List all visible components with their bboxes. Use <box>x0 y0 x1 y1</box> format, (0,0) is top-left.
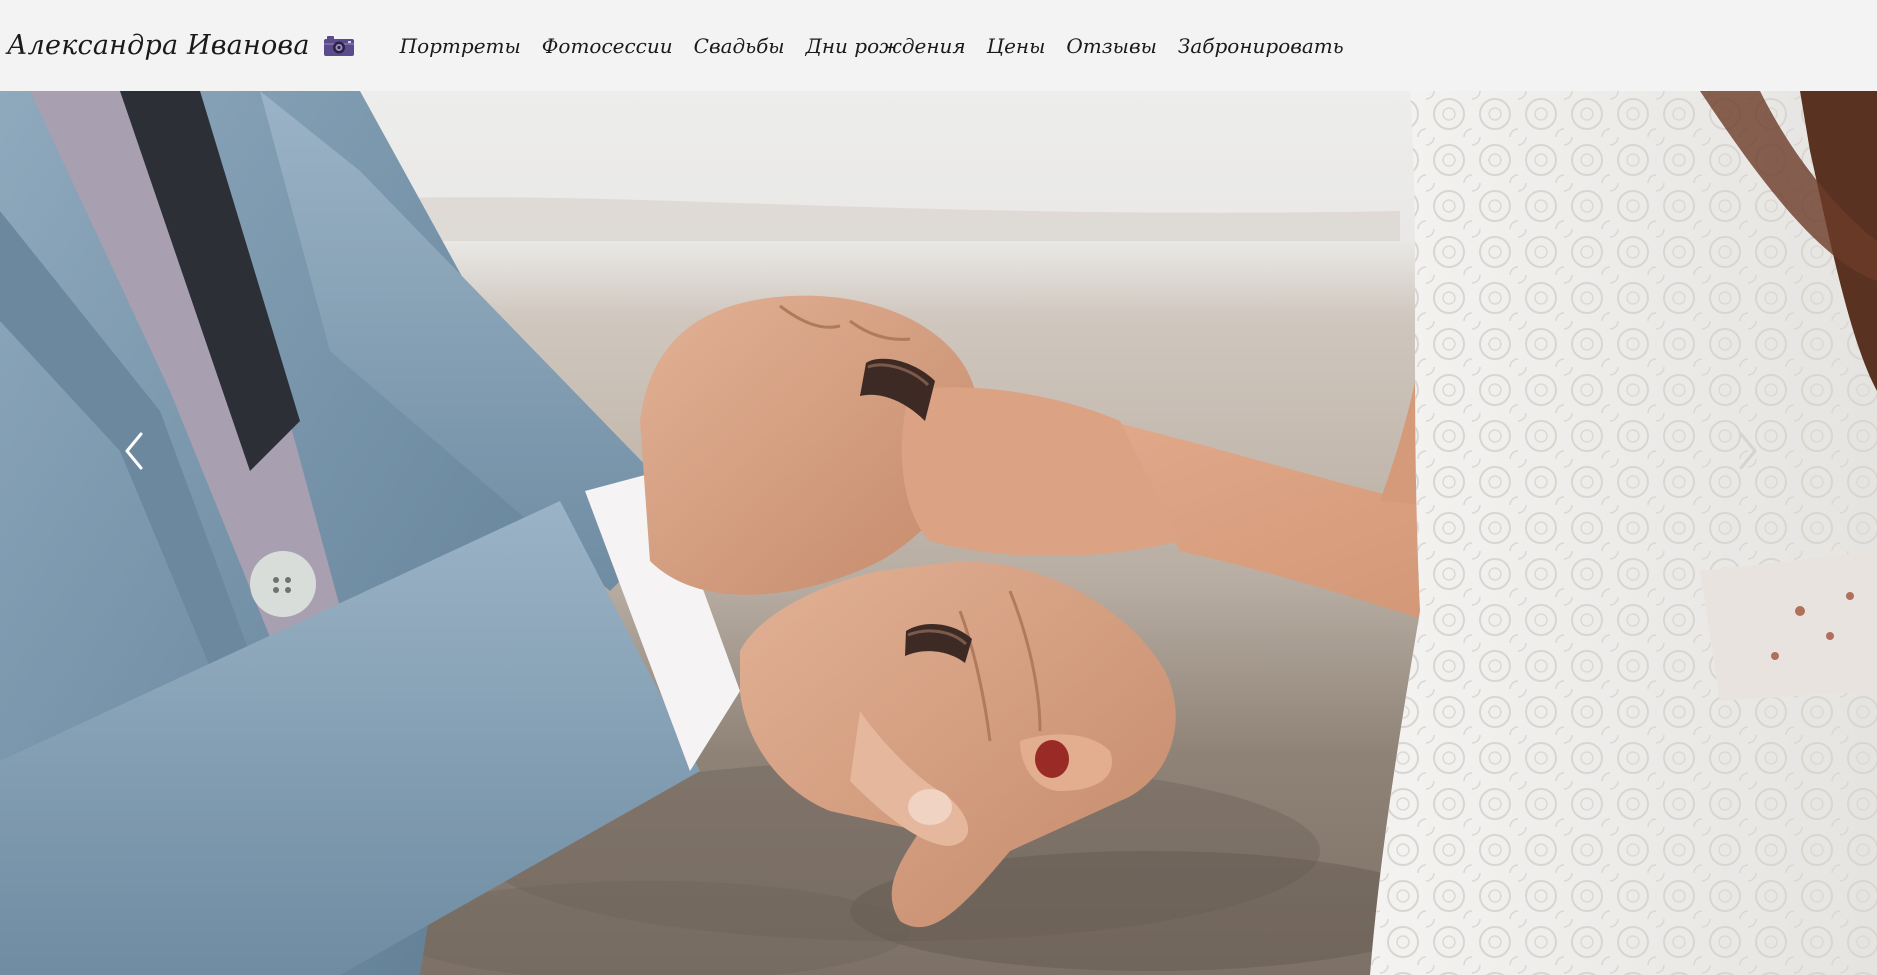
nav-item-photoshoots[interactable]: Фотосессии <box>542 34 673 58</box>
chevron-right-icon <box>1739 432 1757 470</box>
brand-link[interactable]: Александра Иванова <box>7 30 355 61</box>
brand-name: Александра Иванова <box>7 30 310 61</box>
navbar: Александра Иванова Портреты Фотосессии С… <box>0 0 1877 91</box>
carousel-prev-button[interactable] <box>104 421 164 481</box>
nav-item-weddings[interactable]: Свадьбы <box>694 34 785 58</box>
nav-item-reviews[interactable]: Отзывы <box>1066 34 1157 58</box>
hero-photo <box>0 91 1877 975</box>
hero-carousel <box>0 91 1877 975</box>
nav-item-portraits[interactable]: Портреты <box>400 34 521 58</box>
nav-item-prices[interactable]: Цены <box>987 34 1046 58</box>
nav-item-birthdays[interactable]: Дни рождения <box>806 34 966 58</box>
camera-icon <box>323 34 355 58</box>
chevron-left-icon <box>125 432 143 470</box>
carousel-next-button[interactable] <box>1718 421 1778 481</box>
main-nav: Портреты Фотосессии Свадьбы Дни рождения… <box>400 34 1365 58</box>
nav-item-book[interactable]: Забронировать <box>1178 34 1344 58</box>
